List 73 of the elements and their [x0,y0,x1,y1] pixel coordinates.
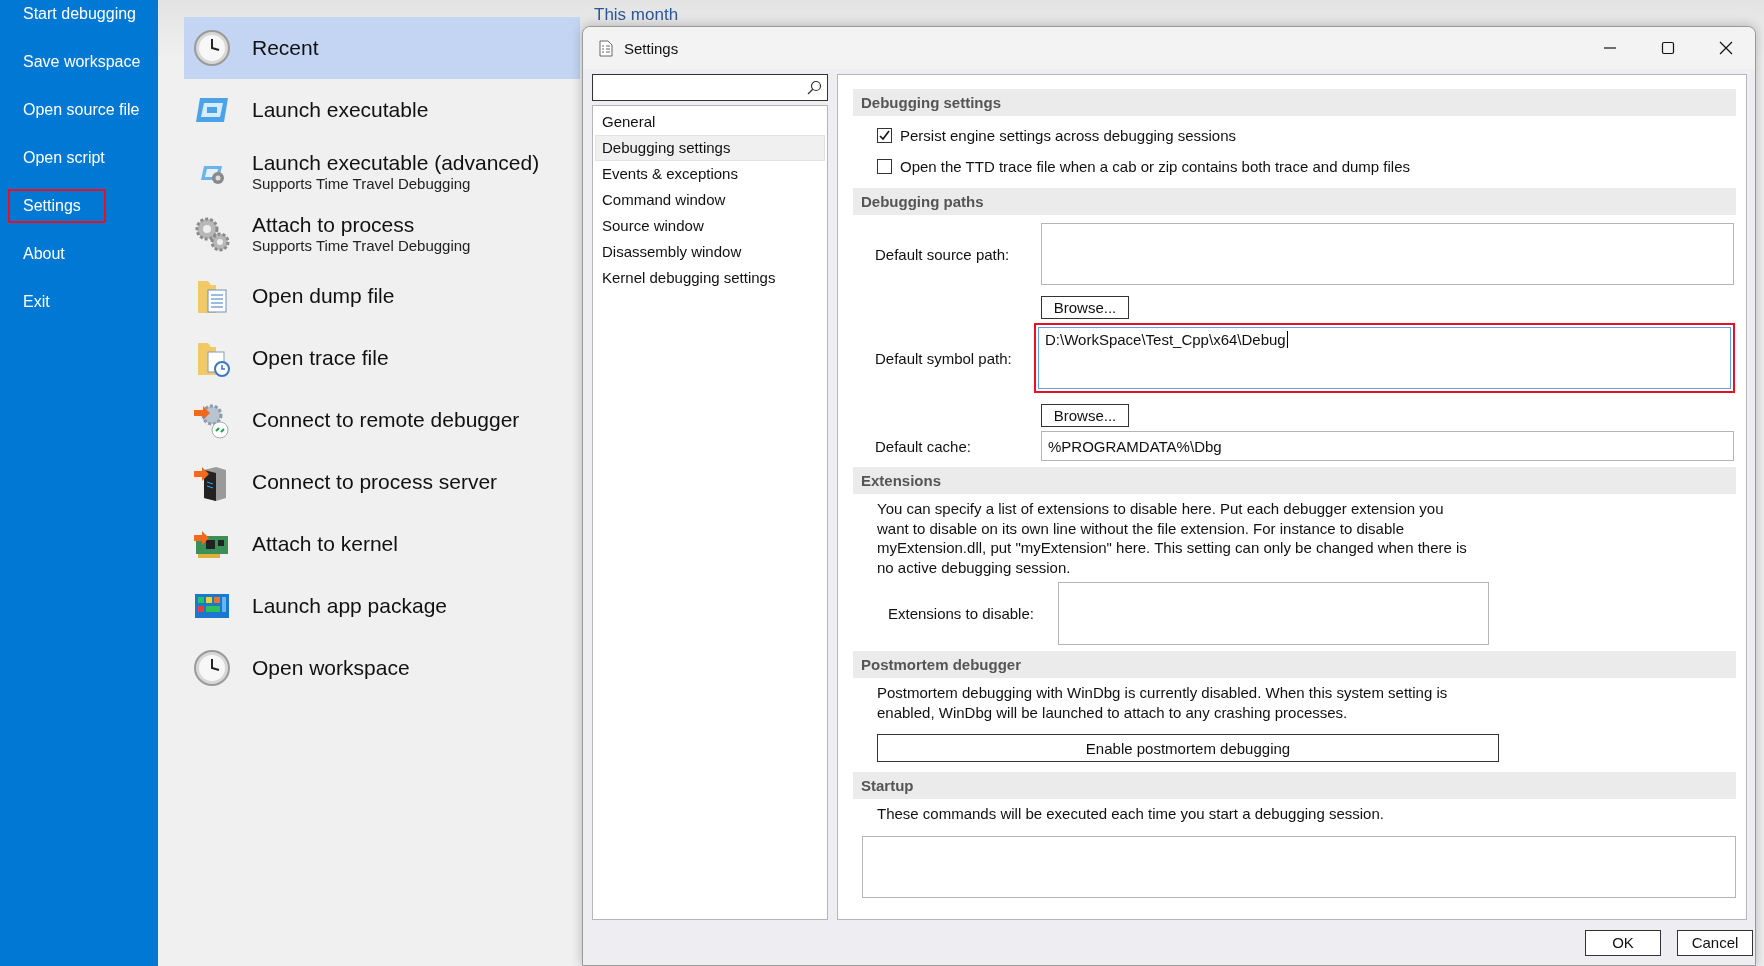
option-label: Open dump file [252,284,395,308]
checkbox-label: Open the TTD trace file when a cab or zip contains both trace and dump files [900,158,1410,175]
description-text: You can specify a list of extensions to disable here. Put each debugger extension you want to disable on its own line without the file extension. For instance to disable myExtension.dll, put "myExtension" here. This setting can only be changed when there is no active debugging session. [876,499,1468,577]
field-label: Default source path: [874,245,1011,263]
option-label: Open trace file [252,346,389,370]
category-item[interactable]: Source window [595,213,825,239]
option-label: Connect to remote debugger [252,408,520,432]
sidebar-item[interactable]: About [8,237,106,271]
sidebar-item[interactable]: Exit [8,285,106,319]
text-field[interactable]: %PROGRAMDATA%\Dbg [1041,431,1734,461]
sidebar-item[interactable]: Settings [8,189,106,223]
start-option[interactable]: Launch executable (advanced) Supports Time Travel Debugging [184,141,580,203]
section-header: Debugging paths [853,188,1736,215]
cancel-button[interactable]: Cancel [1677,929,1753,956]
browse-button[interactable]: Browse... [1041,404,1129,427]
start-option[interactable]: Open trace file [184,327,580,389]
start-option[interactable]: Recent [184,17,580,79]
field-label: Extensions to disable: [887,605,1035,622]
sidebar-item[interactable]: Open source file [8,93,148,127]
search-field[interactable] [592,74,828,101]
ok-button[interactable]: OK [1585,929,1661,956]
sidebar-item[interactable]: Open script [8,141,113,175]
option-label: Connect to process server [252,470,498,494]
section-header: Debugging settings [853,89,1736,116]
section-header: Startup [853,772,1736,799]
field-label: Default cache: [874,437,972,455]
section-header: Postmortem debugger [853,651,1736,678]
description-text: These commands will be executed each time you start a debugging session. [876,804,1385,824]
window-title: Settings [624,39,680,57]
clock-icon [192,648,232,688]
description-text: Postmortem debugging with WinDbg is currently disabled. When this system setting is enabled, WinDbg will be launched to attach to any crashing processes. [876,683,1449,722]
section-heading: This month [594,5,679,25]
close-icon[interactable] [1719,41,1733,55]
clock-icon [192,28,232,68]
option-label: Recent [252,36,319,60]
text-cursor [1286,331,1288,348]
start-option[interactable]: Connect to remote debugger [184,389,580,451]
option-label: Launch executable [252,98,429,122]
category-item[interactable]: Debugging settings [595,135,825,161]
option-label: Attach to process [252,213,416,237]
option-label: Attach to kernel [252,532,398,556]
start-option[interactable]: Open dump file [184,265,580,327]
browse-button[interactable]: Browse... [1041,296,1129,319]
category-item[interactable]: Events & exceptions [595,161,825,187]
path-field[interactable]: D:\WorkSpace\Test_Cpp\x64\Debug [1038,327,1731,389]
enable-button[interactable]: Enable postmortem debugging [877,734,1499,762]
field-label: Default symbol path: [874,349,1013,367]
category-item[interactable]: Disassembly window [595,239,825,265]
option-label: Launch executable (advanced) [252,151,540,175]
checkbox-label: Persist engine settings across debugging sessions [900,127,1237,144]
option-subtitle: Supports Time Travel Debugging [252,175,472,193]
start-option[interactable]: Launch app package [184,575,580,637]
start-option[interactable]: Attach to process Supports Time Travel Debugging [184,203,580,265]
category-item[interactable]: Command window [595,187,825,213]
document-icon [599,39,613,57]
option-subtitle: Supports Time Travel Debugging [252,237,471,255]
checkmark-icon [878,129,891,142]
sidebar-item[interactable]: Save workspace [8,45,149,79]
option-label: Open workspace [252,656,410,680]
option-label: Launch app package [252,594,447,618]
search-icon [806,79,822,96]
start-option[interactable]: Open workspace [184,637,580,699]
category-item[interactable]: General [595,109,825,135]
category-item[interactable]: Kernel debugging settings [595,265,825,291]
start-option[interactable]: Connect to process server [184,451,580,513]
section-header: Extensions [853,467,1736,494]
path-field[interactable] [1041,223,1734,285]
checkbox[interactable] [877,159,892,174]
start-option[interactable]: Attach to kernel [184,513,580,575]
sidebar-item[interactable]: Start debugging [8,0,144,31]
checkbox[interactable] [877,128,892,143]
start-option[interactable]: Launch executable [184,79,580,141]
maximize-icon[interactable] [1661,41,1675,55]
